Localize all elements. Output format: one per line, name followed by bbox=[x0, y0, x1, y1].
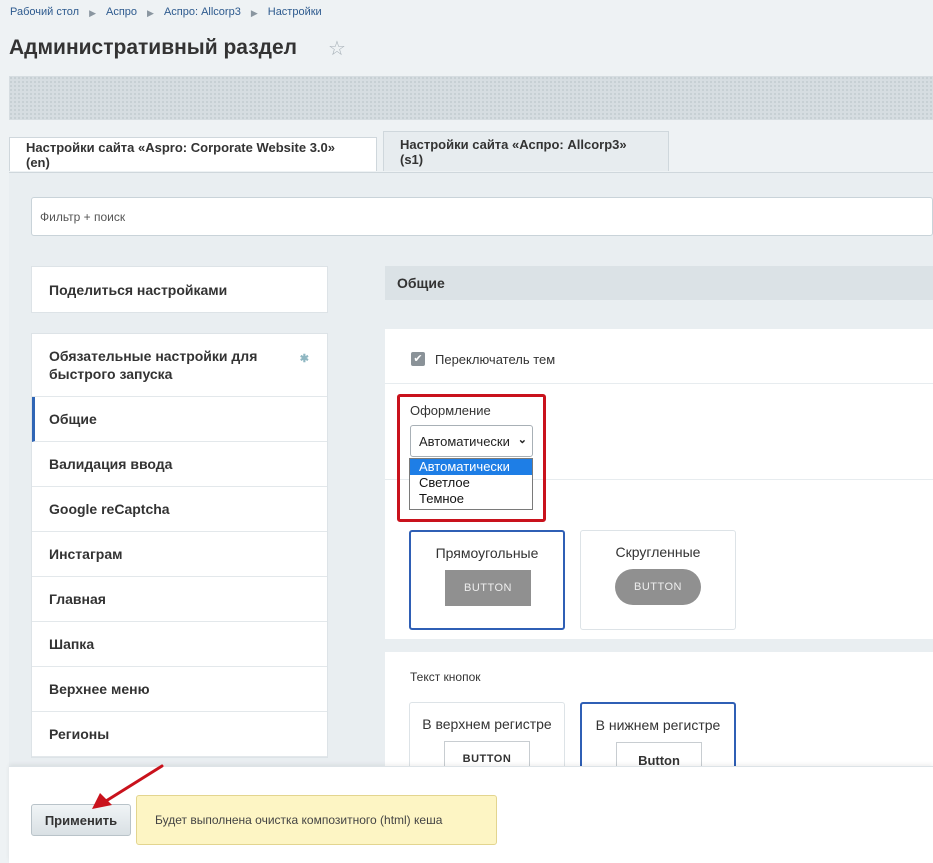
button-shape-rect-option[interactable]: Прямоугольные BUTTON bbox=[409, 530, 565, 630]
page-title: Административный раздел bbox=[9, 36, 298, 59]
sidebar-item-top-menu[interactable]: Верхнее меню bbox=[32, 667, 327, 712]
breadcrumb-separator-icon: ▶ bbox=[147, 8, 154, 18]
sidebar-item-general[interactable]: Общие bbox=[32, 397, 327, 442]
breadcrumb-item[interactable]: Настройки bbox=[268, 6, 322, 20]
button-text-label: Текст кнопок bbox=[410, 670, 481, 684]
sidebar-item-quick-start[interactable]: Обязательные настройки для быстрого запу… bbox=[32, 334, 327, 397]
theme-switcher-checkbox[interactable]: ✔ bbox=[411, 352, 425, 366]
tab-site-en[interactable]: Настройки сайта «Aspro: Corporate Websit… bbox=[9, 137, 377, 171]
sidebar-item-regions[interactable]: Регионы bbox=[32, 712, 327, 757]
option-title: В нижнем регистре bbox=[595, 717, 721, 733]
breadcrumb-item[interactable]: Аспро: Allcorp3 bbox=[164, 6, 241, 20]
option-title: Скругленные bbox=[615, 544, 701, 560]
button-sample: BUTTON bbox=[615, 569, 701, 605]
sidebar-item-recaptcha[interactable]: Google reCaptcha bbox=[32, 487, 327, 532]
favorite-star-icon[interactable]: ☆ bbox=[328, 38, 346, 60]
sidebar-item-header[interactable]: Шапка bbox=[32, 622, 327, 667]
option-title: В верхнем регистре bbox=[422, 716, 552, 732]
theme-switcher-label: Переключатель тем bbox=[435, 352, 556, 367]
sidebar-item-instagram[interactable]: Инстаграм bbox=[32, 532, 327, 577]
tab-site-s1[interactable]: Настройки сайта «Аспро: Allcorp3» (s1) bbox=[383, 131, 669, 171]
breadcrumb: Рабочий стол ▶ Аспро ▶ Аспро: Allcorp3 ▶… bbox=[10, 6, 322, 20]
sidebar-item-main[interactable]: Главная bbox=[32, 577, 327, 622]
filter-search-input[interactable]: Фильтр + поиск bbox=[31, 197, 933, 236]
toolbar-strip bbox=[9, 76, 933, 120]
button-text-upper-option[interactable]: В верхнем регистре BUTTON bbox=[409, 702, 565, 772]
settings-sidebar: Обязательные настройки для быстрого запу… bbox=[31, 333, 328, 758]
sidebar-item-label: Обязательные настройки для быстрого запу… bbox=[49, 348, 258, 382]
button-text-lower-option[interactable]: В нижнем регистре Button bbox=[580, 702, 736, 772]
highlight-frame bbox=[397, 394, 546, 522]
share-settings-button[interactable]: Поделиться настройками bbox=[31, 266, 328, 313]
breadcrumb-separator-icon: ▶ bbox=[250, 8, 258, 18]
sidebar-item-validation[interactable]: Валидация ввода bbox=[32, 442, 327, 487]
cache-notice: Будет выполнена очистка композитного (ht… bbox=[136, 795, 497, 845]
section-title: Общие bbox=[385, 266, 933, 300]
breadcrumb-item[interactable]: Рабочий стол bbox=[10, 6, 79, 20]
button-sample: BUTTON bbox=[445, 570, 531, 606]
option-title: Прямоугольные bbox=[435, 545, 539, 561]
breadcrumb-item[interactable]: Аспро bbox=[106, 6, 137, 20]
red-arrow-annotation-icon bbox=[92, 764, 164, 809]
breadcrumb-separator-icon: ▶ bbox=[89, 8, 96, 18]
button-shape-round-option[interactable]: Скругленные BUTTON bbox=[580, 530, 736, 630]
star-icon: ✱ bbox=[299, 353, 309, 365]
divider bbox=[385, 383, 933, 384]
